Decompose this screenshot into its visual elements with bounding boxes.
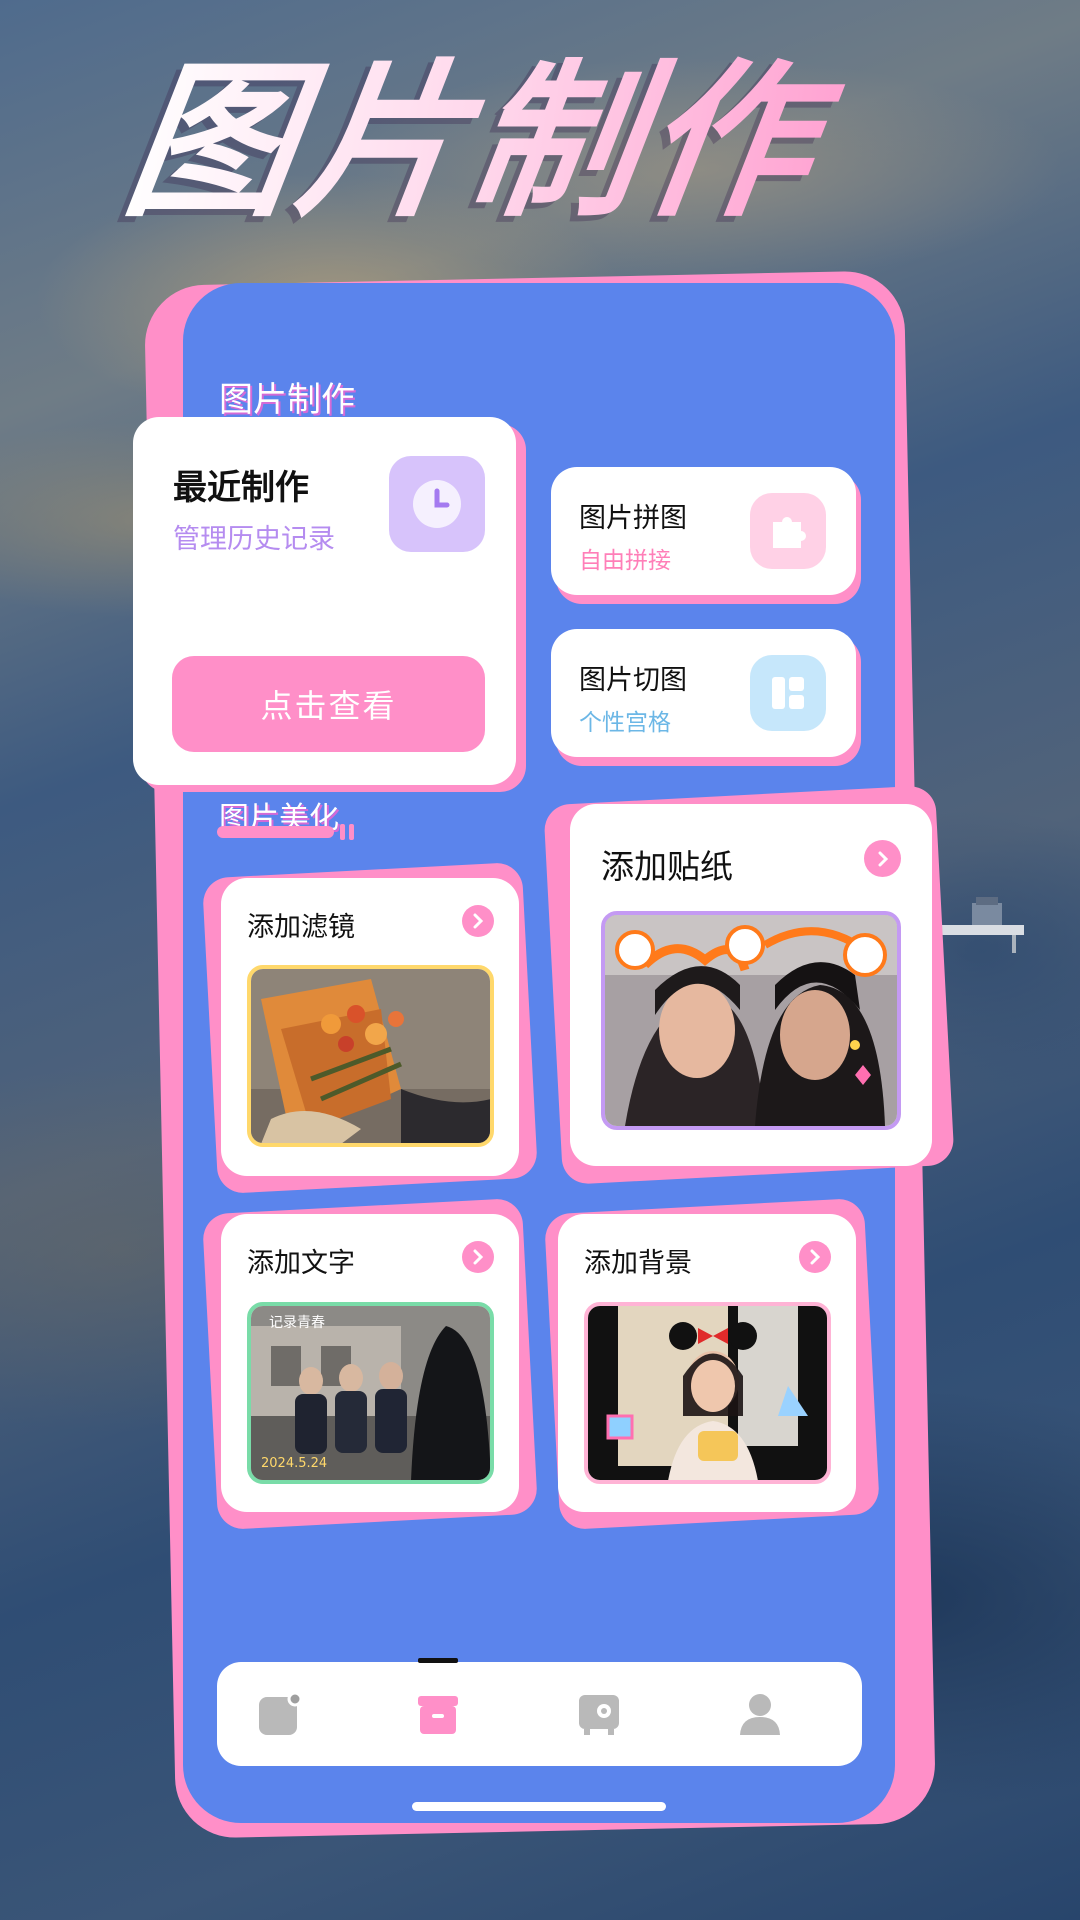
person-icon [740, 1694, 780, 1735]
chevron-right-icon[interactable] [799, 1241, 831, 1273]
chevron-right-icon[interactable] [864, 840, 901, 877]
collage-subtitle: 自由拼接 [579, 548, 671, 574]
chevron-right-icon[interactable] [462, 1241, 494, 1273]
underline-tick [340, 824, 345, 840]
puzzle-icon [750, 493, 826, 569]
tab-image[interactable] [220, 1662, 340, 1766]
image-icon [259, 1691, 303, 1735]
home-indicator [412, 1802, 666, 1811]
safe-icon [579, 1695, 619, 1735]
active-tab-indicator [418, 1658, 458, 1663]
pier-decoration [932, 897, 1024, 953]
cut-title: 图片切图 [579, 665, 687, 696]
text-photo: 记录青春 2024.5.24 [247, 1302, 494, 1484]
tab-bar [217, 1658, 862, 1766]
view-recent-button[interactable]: 点击查看 [172, 656, 485, 752]
chevron-right-icon[interactable] [462, 905, 494, 937]
box-icon [418, 1696, 458, 1734]
sticker-photo [601, 911, 901, 1130]
section-underline [217, 826, 334, 838]
recent-title: 最近制作 [173, 468, 309, 508]
tab-safe[interactable] [539, 1662, 659, 1766]
background-title: 添加背景 [584, 1248, 692, 1279]
hero-title: 图片制作 [114, 44, 980, 240]
filter-title: 添加滤镜 [247, 912, 355, 943]
text-photo-caption: 记录青春 [269, 1315, 325, 1331]
filter-photo [247, 965, 494, 1147]
recent-subtitle: 管理历史记录 [173, 524, 335, 555]
tab-profile[interactable] [700, 1662, 820, 1766]
text-photo-date: 2024.5.24 [261, 1456, 328, 1471]
tab-box[interactable] [378, 1658, 498, 1766]
clock-icon [389, 456, 485, 552]
text-title: 添加文字 [247, 1248, 355, 1279]
collage-title: 图片拼图 [579, 503, 687, 534]
grid-icon [750, 655, 826, 731]
underline-tick [349, 824, 354, 840]
cut-subtitle: 个性宫格 [579, 710, 671, 736]
sticker-title: 添加贴纸 [601, 847, 733, 886]
section-title-make: 图片制作 [219, 380, 355, 420]
background-photo [584, 1302, 831, 1484]
